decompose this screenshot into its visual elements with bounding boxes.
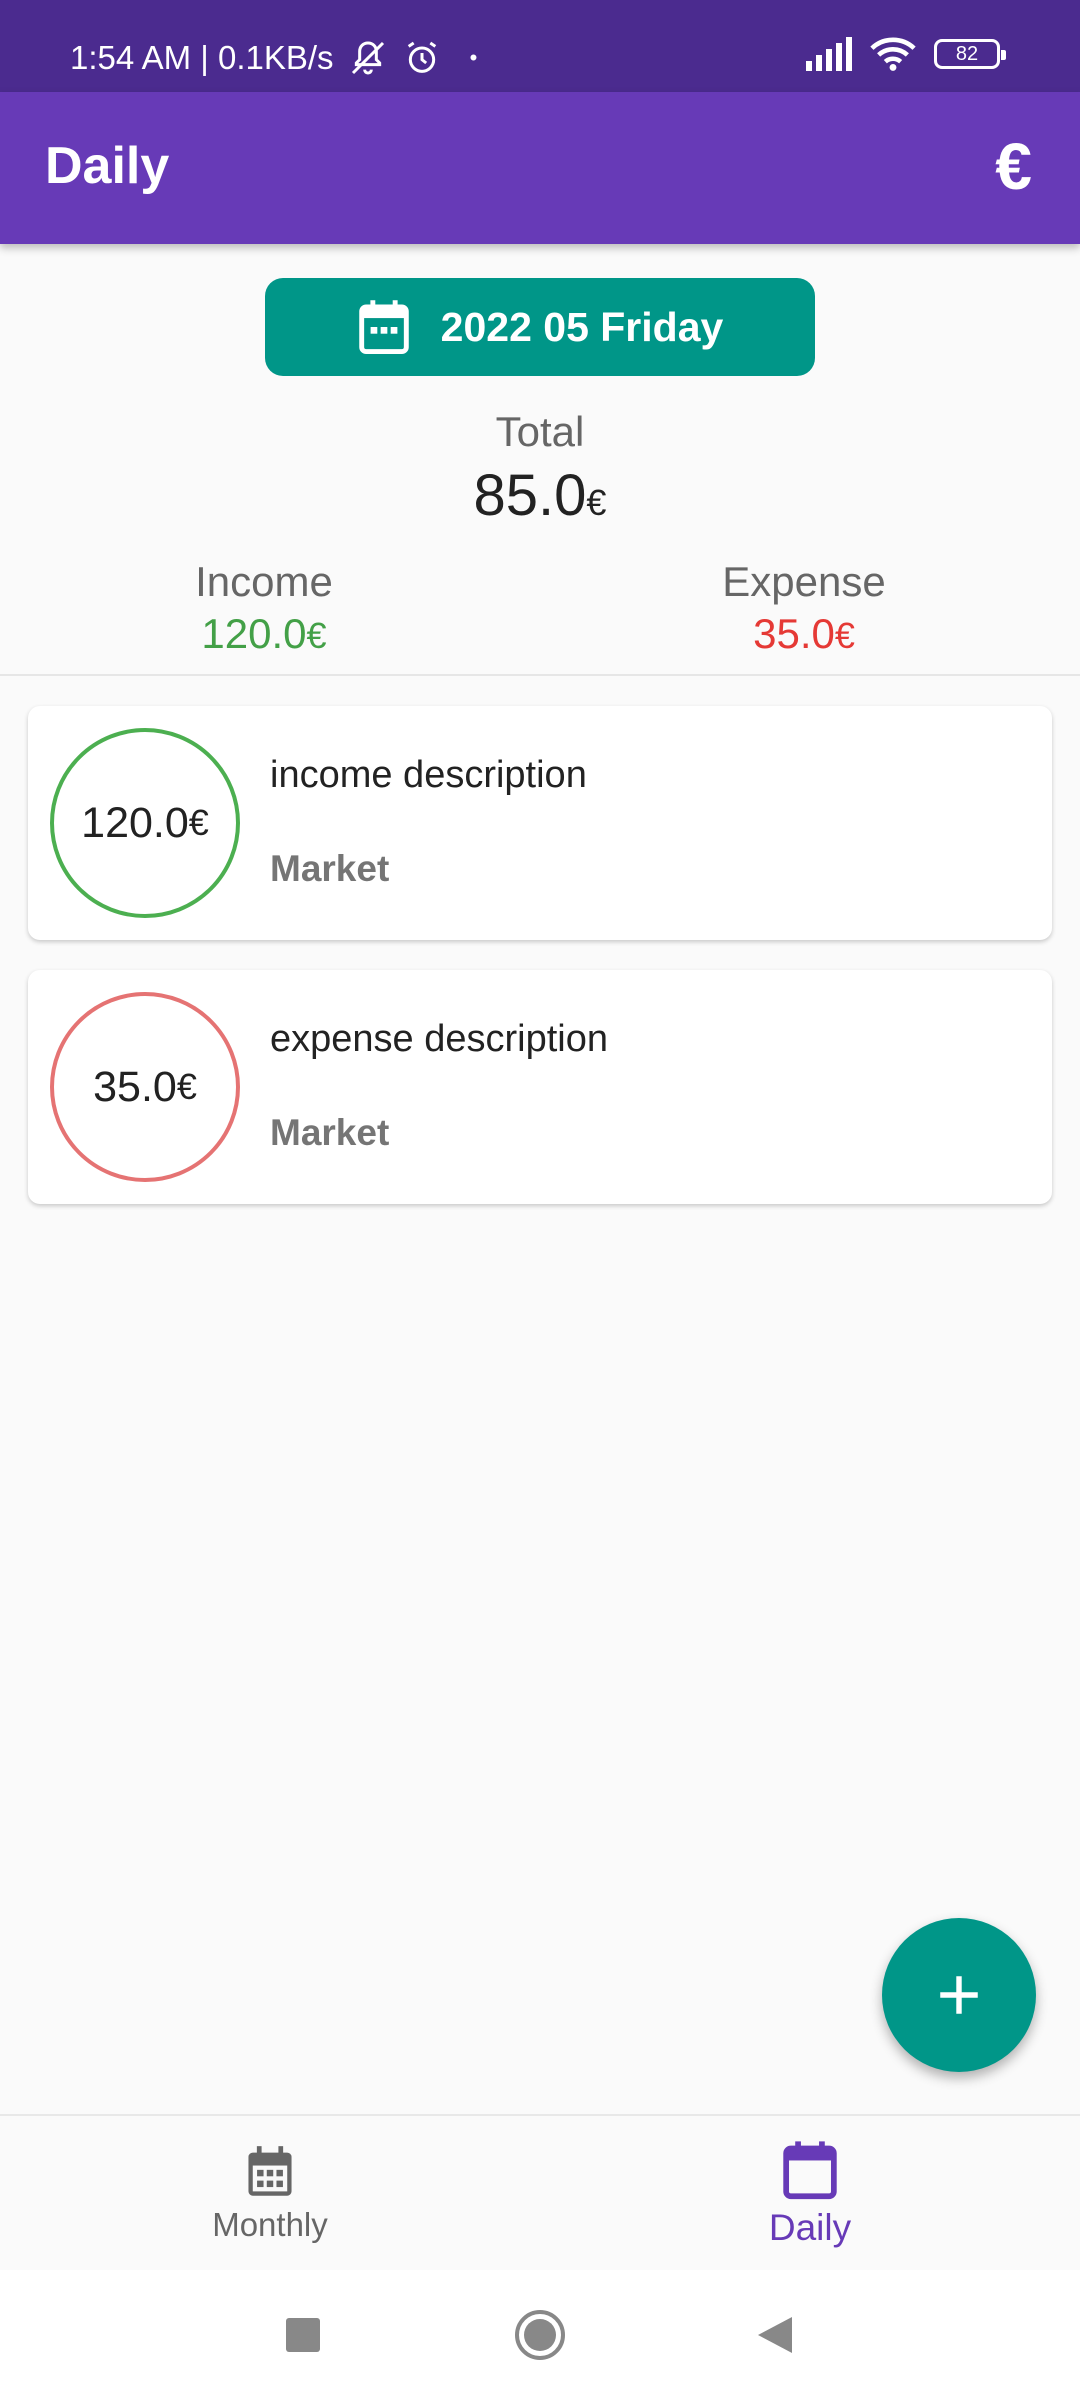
income-label: Income <box>195 558 333 605</box>
transaction-category: Market <box>270 848 390 889</box>
square-icon <box>286 2318 320 2352</box>
status-bar: 1:54 AM | 0.1KB/s • 82 <box>0 0 1080 92</box>
income-value: 120.0€ <box>64 610 464 658</box>
transaction-card[interactable]: 35.0 € expense description Market <box>28 970 1052 1204</box>
back-button[interactable] <box>750 2270 800 2400</box>
page-title: Daily <box>45 137 170 195</box>
transaction-description: income description <box>270 754 587 796</box>
transaction-amount: 35.0 <box>93 1062 177 1111</box>
calendar-icon <box>358 300 409 354</box>
amount-circle: 120.0 € <box>50 728 240 918</box>
bottom-navigation: Monthly Daily <box>0 2114 1080 2270</box>
calendar-month-icon <box>248 2146 292 2196</box>
nav-label-daily: Daily <box>768 2207 852 2248</box>
status-time-speed: 1:54 AM | 0.1KB/s <box>70 39 334 76</box>
battery-icon: 82 <box>934 39 1006 69</box>
currency-button[interactable]: € <box>995 128 1032 204</box>
expense-label: Expense <box>722 558 886 605</box>
transaction-card[interactable]: 120.0 € income description Market <box>28 706 1052 940</box>
transaction-description: expense description <box>270 1018 608 1060</box>
calendar-day-icon <box>783 2141 837 2200</box>
status-dot: • <box>469 45 478 70</box>
wifi-icon <box>870 37 916 71</box>
app-bar: Daily € <box>0 92 1080 244</box>
total-amount: 85.0 <box>473 463 587 528</box>
transaction-currency: € <box>176 1066 197 1107</box>
expense-currency: € <box>834 615 855 656</box>
home-button[interactable] <box>508 2270 572 2400</box>
nav-item-monthly[interactable]: Monthly <box>0 2116 540 2272</box>
amount-circle: 35.0 € <box>50 992 240 1182</box>
expense-amount: 35.0 <box>753 610 835 657</box>
add-transaction-button[interactable] <box>882 1918 1036 2072</box>
battery-level: 82 <box>955 43 979 65</box>
nav-label-monthly: Monthly <box>212 2206 328 2243</box>
date-label: 2022 05 Friday <box>440 303 724 350</box>
system-navigation-bar <box>0 2270 1080 2400</box>
total-label: Total <box>495 408 585 455</box>
signal-icon <box>806 37 852 71</box>
alarm-icon <box>407 41 436 73</box>
recents-button[interactable] <box>270 2270 336 2400</box>
notifications-off-icon <box>351 41 384 75</box>
total-value: 85.0€ <box>0 462 1080 529</box>
divider <box>0 674 1080 676</box>
status-left: 1:54 AM | 0.1KB/s • <box>70 38 477 78</box>
back-triangle-icon <box>758 2317 792 2353</box>
transaction-category: Market <box>270 1112 390 1153</box>
circle-icon <box>515 2310 565 2360</box>
income-amount: 120.0 <box>201 610 307 657</box>
total-currency: € <box>586 482 607 523</box>
nav-item-daily[interactable]: Daily <box>540 2116 1080 2272</box>
date-picker-button[interactable]: 2022 05 Friday <box>265 278 815 376</box>
transaction-currency: € <box>188 802 209 843</box>
status-right: 82 <box>806 36 1006 72</box>
expense-value: 35.0€ <box>604 610 1004 658</box>
plus-icon <box>940 1976 978 2014</box>
transaction-amount: 120.0 <box>81 798 189 847</box>
income-currency: € <box>306 615 327 656</box>
